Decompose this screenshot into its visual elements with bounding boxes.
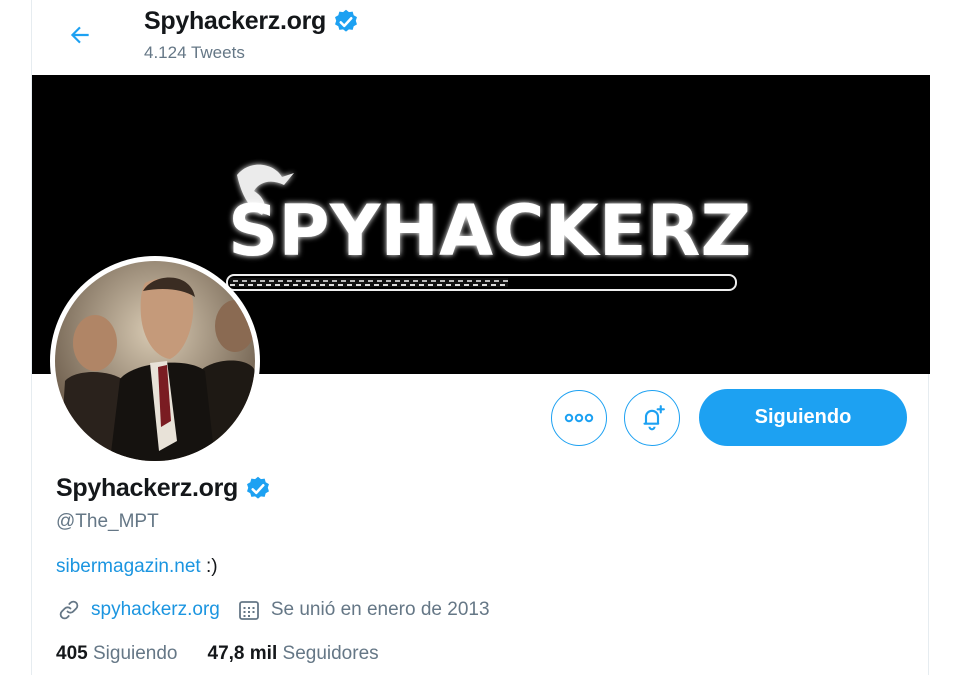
following-label: Siguiendo [92, 643, 178, 664]
following-stat[interactable]: 405 Siguiendo [56, 643, 178, 665]
avatar[interactable] [50, 256, 260, 466]
followers-stat[interactable]: 47,8 mil Seguidores [208, 643, 379, 665]
more-options-icon [564, 413, 594, 423]
notification-bell-icon [643, 405, 665, 431]
followers-count: 47,8 mil [207, 643, 278, 664]
profile-stats: 405 Siguiendo 47,8 mil Seguidores [56, 643, 409, 665]
back-button[interactable] [64, 19, 96, 51]
link-icon [56, 597, 82, 623]
joined-date: Se unió en enero de 2013 [270, 599, 490, 620]
profile-name: Spyhackerz.org [56, 474, 272, 503]
bio-link[interactable]: sibermagazin.net [56, 556, 201, 577]
calendar-icon [236, 597, 262, 623]
header-title-text: Spyhackerz.org [144, 7, 326, 35]
profile-bio: sibermagazin.net :) [56, 556, 218, 578]
tweet-count: 4.124 Tweets [144, 43, 245, 62]
profile-header: Spyhackerz.org 4.124 Tweets [32, 0, 930, 75]
profile-handle: @The_MPT [56, 511, 159, 532]
profile-column: Spyhackerz.org 4.124 Tweets SPYHACKERZ S… [31, 0, 930, 675]
bio-text: :) [200, 556, 218, 577]
following-button[interactable]: Siguiendo [699, 389, 907, 446]
verified-badge-icon [247, 476, 269, 499]
joined-item: Se unió en enero de 2013 [236, 597, 490, 623]
website-item: spyhackerz.org [56, 597, 220, 623]
profile-meta: spyhackerz.org Se unió en enero de 2013 [56, 597, 506, 623]
following-count: 405 [56, 643, 88, 664]
notifications-button[interactable] [624, 390, 680, 446]
website-link[interactable]: spyhackerz.org [91, 599, 220, 621]
profile-name-text: Spyhackerz.org [56, 474, 238, 502]
avatar-image [55, 261, 255, 461]
back-arrow-icon [70, 26, 89, 44]
verified-badge-icon [335, 9, 357, 32]
more-options-button[interactable] [551, 390, 607, 446]
banner-logo-text: SPYHACKERZ [228, 190, 751, 272]
header-title: Spyhackerz.org [144, 7, 360, 36]
followers-label: Seguidores [282, 643, 379, 664]
